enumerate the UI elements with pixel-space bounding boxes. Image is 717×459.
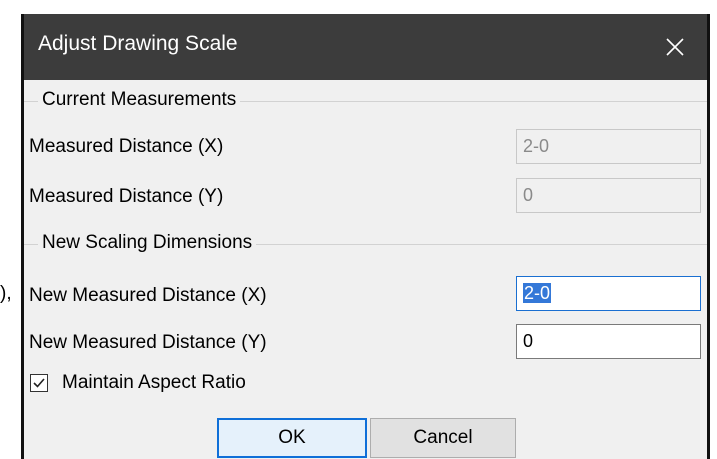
measured-distance-x-field: 2-0 [516,129,701,164]
new-scaling-dimensions-label: New Scaling Dimensions [38,232,257,254]
measured-distance-y-field: 0 [516,178,701,213]
measured-distance-x-label: Measured Distance (X) [29,136,224,157]
ok-button[interactable]: OK [217,418,367,458]
cancel-button[interactable]: Cancel [370,418,516,458]
measured-distance-y-label: Measured Distance (Y) [29,186,224,207]
title-bar: Adjust Drawing Scale [24,14,707,80]
new-measured-distance-y-label: New Measured Distance (Y) [29,332,267,353]
new-measured-distance-x-input[interactable]: 2-0 [516,276,701,311]
maintain-aspect-ratio-checkbox[interactable] [30,374,48,392]
dialog-title: Adjust Drawing Scale [38,32,238,55]
close-icon[interactable] [643,14,707,80]
adjust-drawing-scale-dialog: Adjust Drawing Scale Current Measurement… [21,14,710,459]
maintain-aspect-ratio-row[interactable]: Maintain Aspect Ratio [30,372,246,394]
background-text-fragment: ), [0,283,12,304]
new-measured-distance-y-input[interactable]: 0 [516,324,701,359]
maintain-aspect-ratio-label: Maintain Aspect Ratio [62,372,246,393]
checkmark-icon [33,378,45,388]
new-measured-distance-x-label: New Measured Distance (X) [29,285,267,306]
current-measurements-label: Current Measurements [38,89,241,111]
